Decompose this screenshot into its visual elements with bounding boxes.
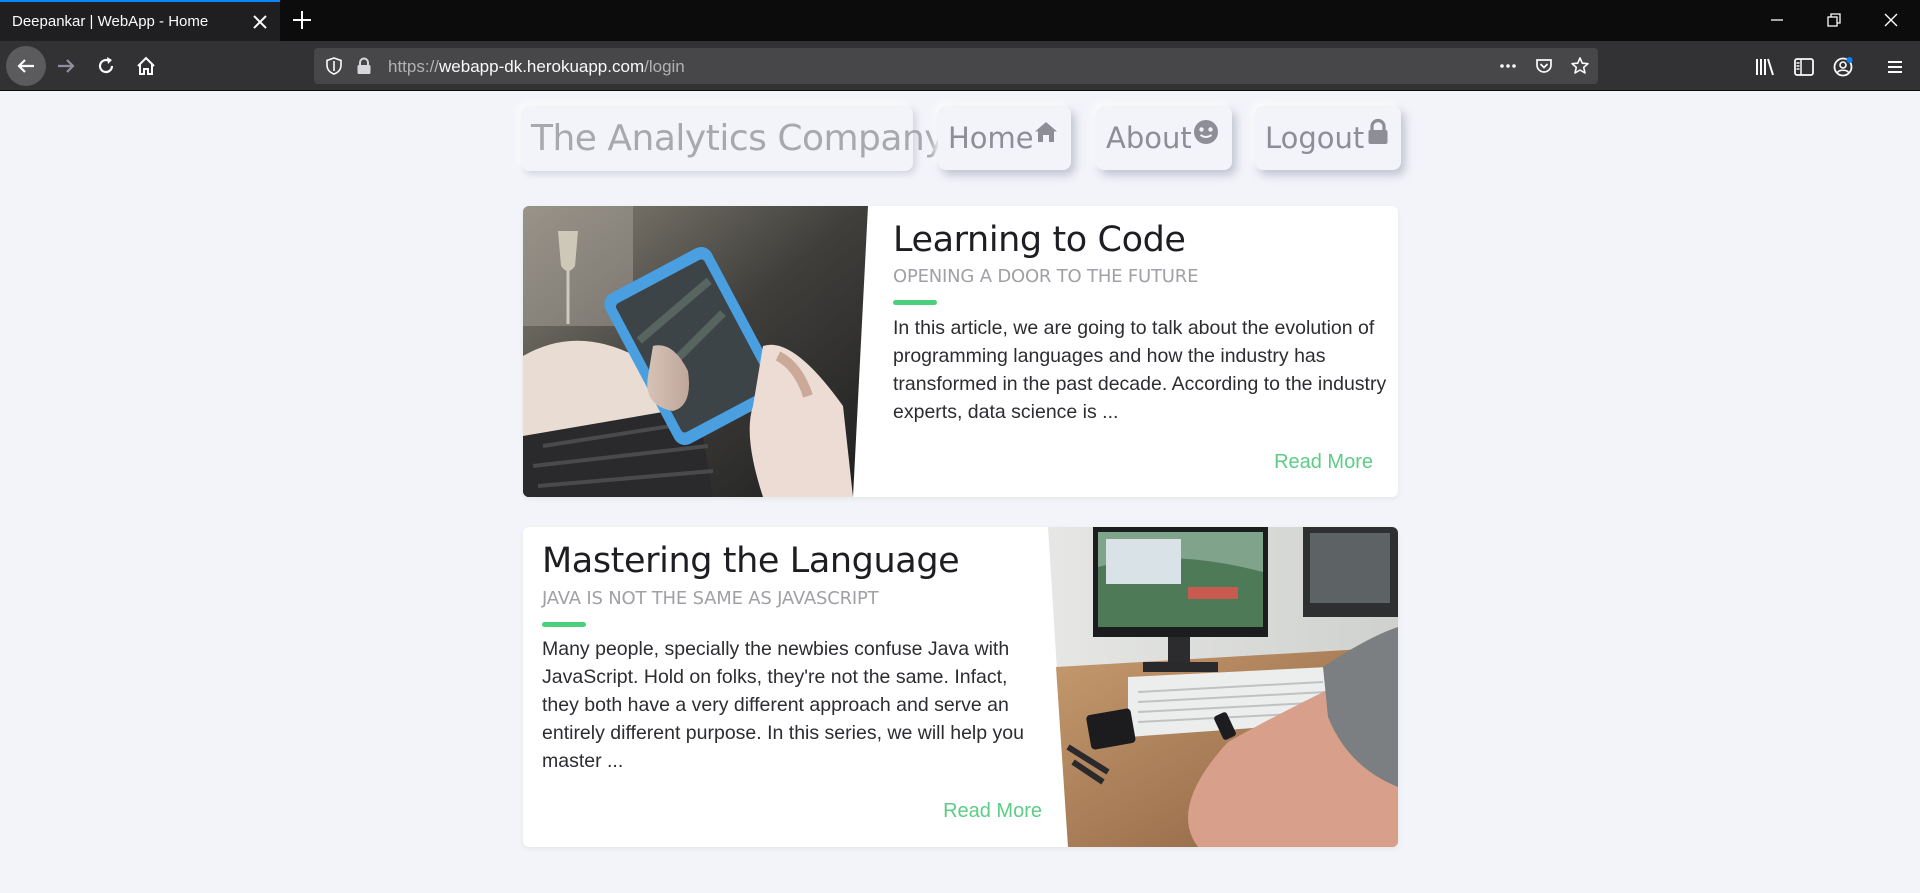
lock-icon [1368, 118, 1388, 144]
sidebar-toggle-icon[interactable] [1793, 56, 1815, 78]
nav-about-button[interactable]: About [1096, 106, 1232, 170]
reload-button[interactable] [86, 46, 126, 86]
new-tab-icon[interactable] [290, 8, 314, 32]
browser-tab-active[interactable]: Deepankar | WebApp - Home [0, 0, 280, 41]
tracking-shield-icon[interactable] [324, 56, 344, 76]
browser-tab-strip: Deepankar | WebApp - Home [0, 0, 1920, 41]
article-subtitle: OPENING A DOOR TO THE FUTURE [893, 266, 1199, 287]
home-button[interactable] [126, 46, 166, 86]
nav-logout-label: Logout [1265, 121, 1365, 155]
bookmark-star-icon[interactable] [1570, 56, 1590, 76]
nav-home-label: Home [948, 121, 1034, 155]
read-more-link[interactable]: Read More [943, 800, 1042, 823]
brand-name: The Analytics Company [531, 118, 946, 159]
address-bar[interactable]: https://webapp-dk.herokuapp.com/login [314, 48, 1598, 84]
forward-button[interactable] [46, 46, 86, 86]
article-title: Mastering the Language [542, 541, 960, 581]
minimize-window-icon[interactable] [1766, 9, 1788, 31]
desk-with-computer-photo [1048, 527, 1398, 847]
page-actions-icon[interactable] [1498, 56, 1518, 76]
smile-face-icon [1194, 120, 1218, 144]
library-icon[interactable] [1754, 56, 1776, 78]
article-excerpt: In this article, we are going to talk ab… [893, 317, 1387, 423]
arrow-left-icon [17, 59, 34, 73]
arrow-right-icon [58, 59, 75, 73]
close-tab-icon[interactable] [250, 12, 270, 32]
article-text: Learning to Code OPENING A DOOR TO THE F… [893, 206, 1398, 497]
article-card: Mastering the Language JAVA IS NOT THE S… [523, 527, 1398, 847]
accent-divider [542, 622, 586, 627]
restore-window-icon[interactable] [1823, 9, 1845, 31]
browser-home-icon [137, 56, 155, 75]
person-holding-tablet-photo [523, 206, 868, 497]
article-excerpt: Many people, specially the newbies confu… [542, 638, 1024, 772]
reload-icon [98, 57, 114, 74]
back-button[interactable] [6, 46, 46, 86]
accent-divider [893, 300, 937, 305]
brand-logo-box[interactable]: The Analytics Company [521, 106, 946, 171]
article-card: Learning to Code OPENING A DOOR TO THE F… [523, 206, 1398, 497]
hamburger-menu-icon[interactable] [1884, 56, 1906, 78]
read-more-link[interactable]: Read More [1274, 451, 1373, 474]
nav-home-button[interactable]: Home [938, 106, 1071, 170]
article-text: Mastering the Language JAVA IS NOT THE S… [542, 527, 1062, 847]
article-subtitle: JAVA IS NOT THE SAME AS JAVASCRIPT [542, 588, 879, 609]
web-page: The Analytics Company Home About Logout [0, 92, 1920, 893]
url-host: webapp-dk.herokuapp.com [439, 57, 645, 76]
close-window-icon[interactable] [1880, 9, 1902, 31]
home-icon [1035, 122, 1057, 142]
pocket-icon[interactable] [1534, 56, 1554, 76]
url-path: /login [644, 57, 685, 76]
browser-nav-bar: https://webapp-dk.herokuapp.com/login [0, 41, 1920, 91]
padlock-icon[interactable] [354, 56, 374, 76]
account-icon[interactable] [1832, 56, 1854, 78]
article-title: Learning to Code [893, 220, 1186, 260]
url-text: https://webapp-dk.herokuapp.com/login [388, 57, 685, 77]
nav-about-label: About [1106, 121, 1192, 155]
url-prefix: https:// [388, 57, 440, 76]
tab-title: Deepankar | WebApp - Home [12, 13, 209, 30]
nav-logout-button[interactable]: Logout [1255, 106, 1401, 170]
